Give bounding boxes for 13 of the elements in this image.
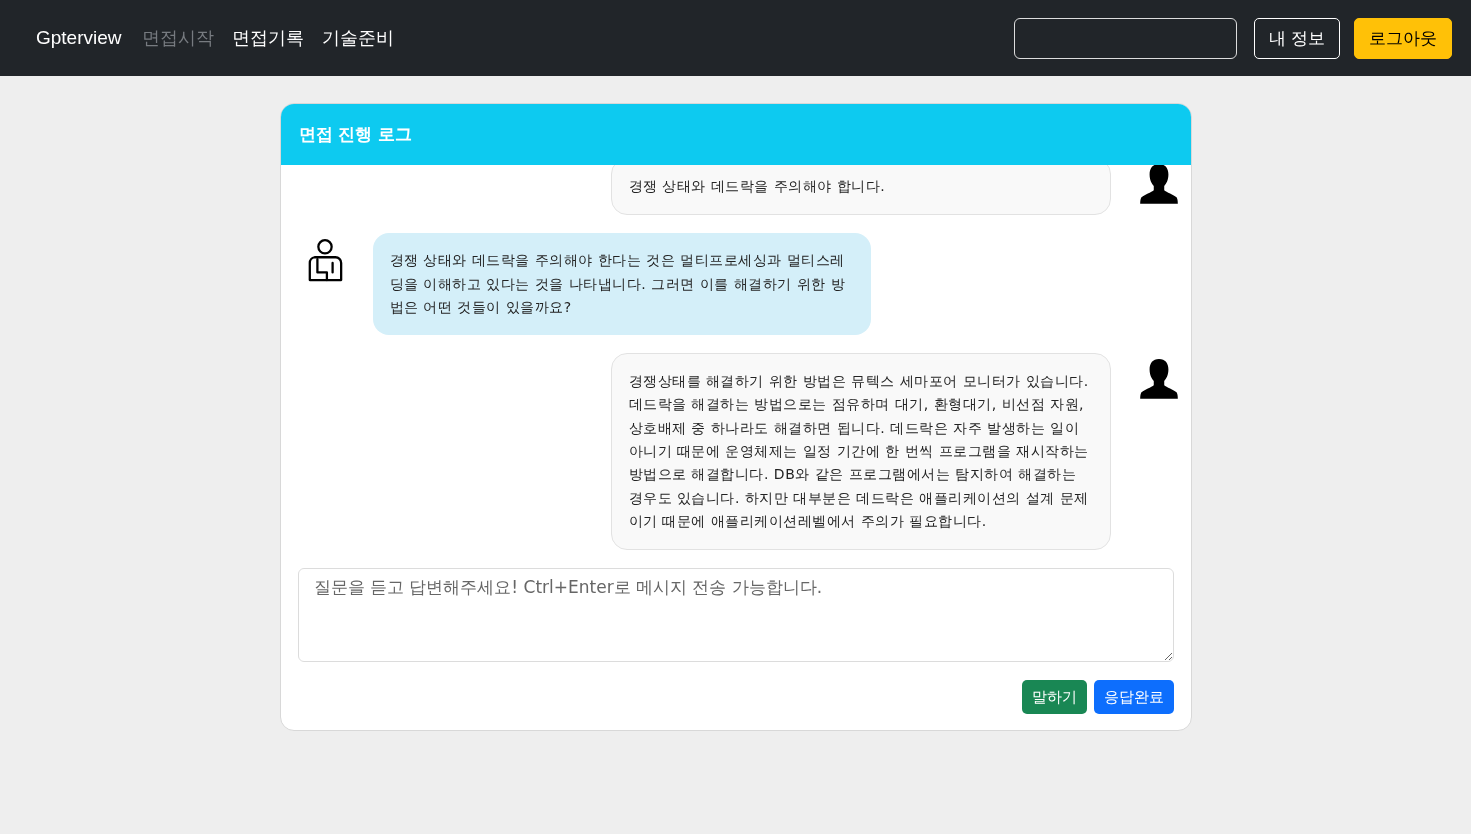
card-title: 면접 진행 로그	[298, 123, 413, 146]
message-bubble: 경쟁 상태와 데드락을 주의해야 합니다.	[610, 165, 1111, 216]
nav-link[interactable]: 기술준비	[321, 26, 394, 50]
nav-link[interactable]: 면접기록	[231, 26, 304, 50]
submit-button[interactable]: 응답완료	[1093, 680, 1174, 714]
message-bubble: 경쟁 상태와 데드락을 주의해야 한다는 것은 멀티프로세싱과 멀티스레딩을 이해하고 있다는 것을 나타냅니다. 그러면 이를 해결하기 위한 방법은 어떤 것들이 있을까요?	[372, 233, 871, 336]
profile-button[interactable]: 내 정보	[1253, 17, 1340, 59]
brand-link[interactable]: Gpterview	[36, 27, 122, 49]
speak-button[interactable]: 말하기	[1021, 680, 1087, 714]
message-bubble: 경쟁상태를 해결하기 위한 방법은 뮤텍스 세마포어 모니터가 있습니다. 데드락을 해결하는 방법으로는 점유하며 대기, 환형대기, 비선점 자원, 상호배제 중 하나라도 해결하면 됩니다. 데드락은 자주 발생하는 일이 아니기 때문에 운영체제는 일정 기간에 한 번씩 프로그램을 재시작하는 방법으로 해결합니다. DB와 같은 프로그램에서는 탐지하여 해결하는 경우도 있습니다. 하지만 대부분은 데드락은 애플리케이션의 설계 문제이기 때문에 애플리케이션레벨에서 주의가 필요합니다.	[610, 353, 1111, 550]
answer-input-field[interactable]: 질문을 듣고 답변해주세요! Ctrl+Enter로 메시지 전송 가능합니다.	[297, 568, 1174, 662]
search-field[interactable]	[1013, 17, 1237, 59]
logout-button[interactable]: 로그아웃	[1354, 17, 1452, 59]
